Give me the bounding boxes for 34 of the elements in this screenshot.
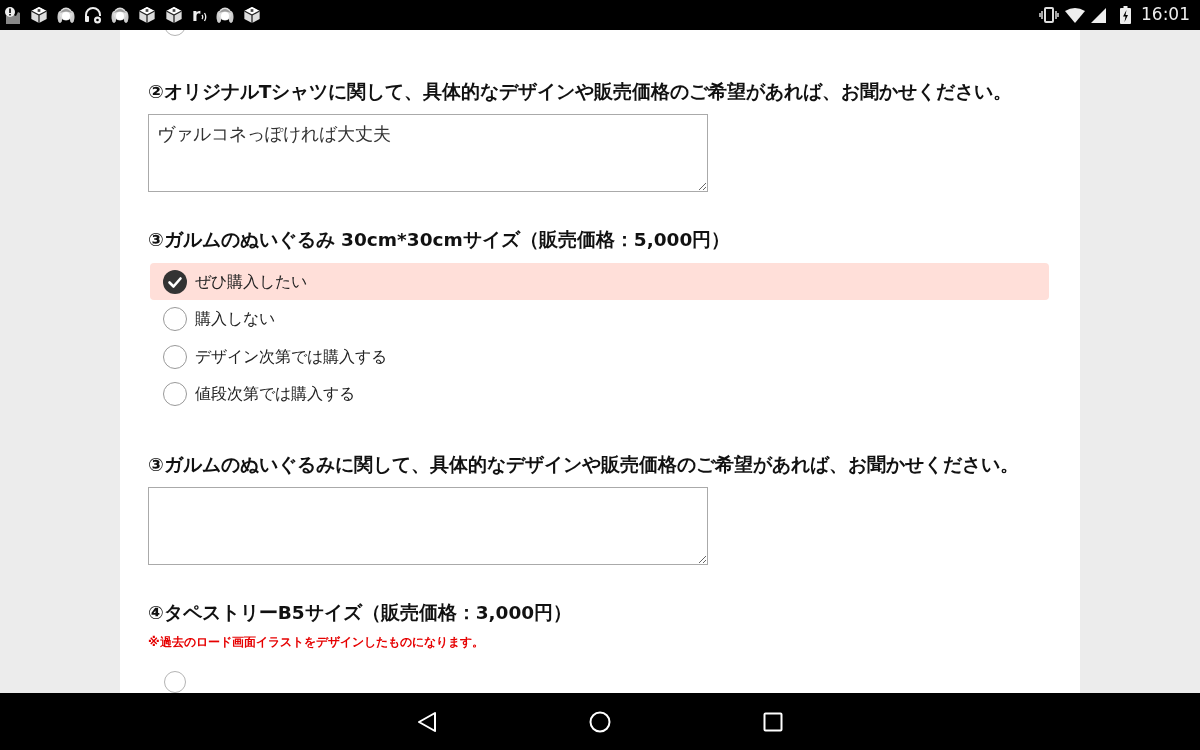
- character-head-icon: [57, 6, 75, 24]
- character-head-icon: [216, 6, 235, 24]
- cube-icon: [243, 6, 262, 24]
- radio-option[interactable]: 値段次第では購入する: [150, 375, 1049, 414]
- cube-icon: [138, 6, 156, 24]
- question-heading: ②オリジナルTシャツに関して、具体的なデザインや販売価格のご希望があれば、お聞かせください。: [148, 80, 1013, 104]
- sound-waves-icon: [201, 12, 208, 22]
- note-text: ※過去のロード画面イラストをデザインしたものになります。: [148, 634, 484, 650]
- character-head-icon: [111, 6, 129, 24]
- cube-icon: [165, 6, 183, 24]
- radio-option[interactable]: 購入しない: [150, 300, 1049, 338]
- headphones-gear-icon: [84, 6, 102, 24]
- radio-option[interactable]: ぜひ購入したい: [150, 262, 1049, 301]
- wifi-icon: [1065, 7, 1085, 23]
- radio-empty-icon: [163, 344, 187, 369]
- question-heading: ③ガルムのぬいぐるみに関して、具体的なデザインや販売価格のご希望があれば、お聞かせください。: [148, 453, 1019, 478]
- radio-option[interactable]: デザイン次第では購入する: [150, 338, 1049, 376]
- alert-icon: [3, 6, 21, 24]
- clock-time: 16:01: [1141, 3, 1190, 27]
- radio-checked-icon: [163, 269, 187, 294]
- radio-empty-icon: [163, 382, 187, 407]
- text-area[interactable]: ヴァルコネっぽければ大丈夫: [148, 114, 708, 192]
- question-heading: ④タペストリーB5サイズ（販売価格：3,000円）: [148, 601, 573, 625]
- radio-empty-icon: [163, 307, 187, 332]
- recent-apps-icon[interactable]: [763, 711, 783, 732]
- signal-icon: [1091, 7, 1106, 23]
- vibrate-icon: [1039, 7, 1059, 23]
- app-letter: r: [192, 6, 201, 24]
- cube-icon: [30, 6, 48, 24]
- home-icon[interactable]: [589, 710, 611, 733]
- battery-charging-icon: [1120, 6, 1131, 24]
- question-heading: ③ガルムのぬいぐるみ 30cm*30cmサイズ（販売価格：5,000円）: [148, 227, 731, 252]
- back-icon[interactable]: [417, 710, 437, 733]
- radio-button[interactable]: [164, 671, 186, 693]
